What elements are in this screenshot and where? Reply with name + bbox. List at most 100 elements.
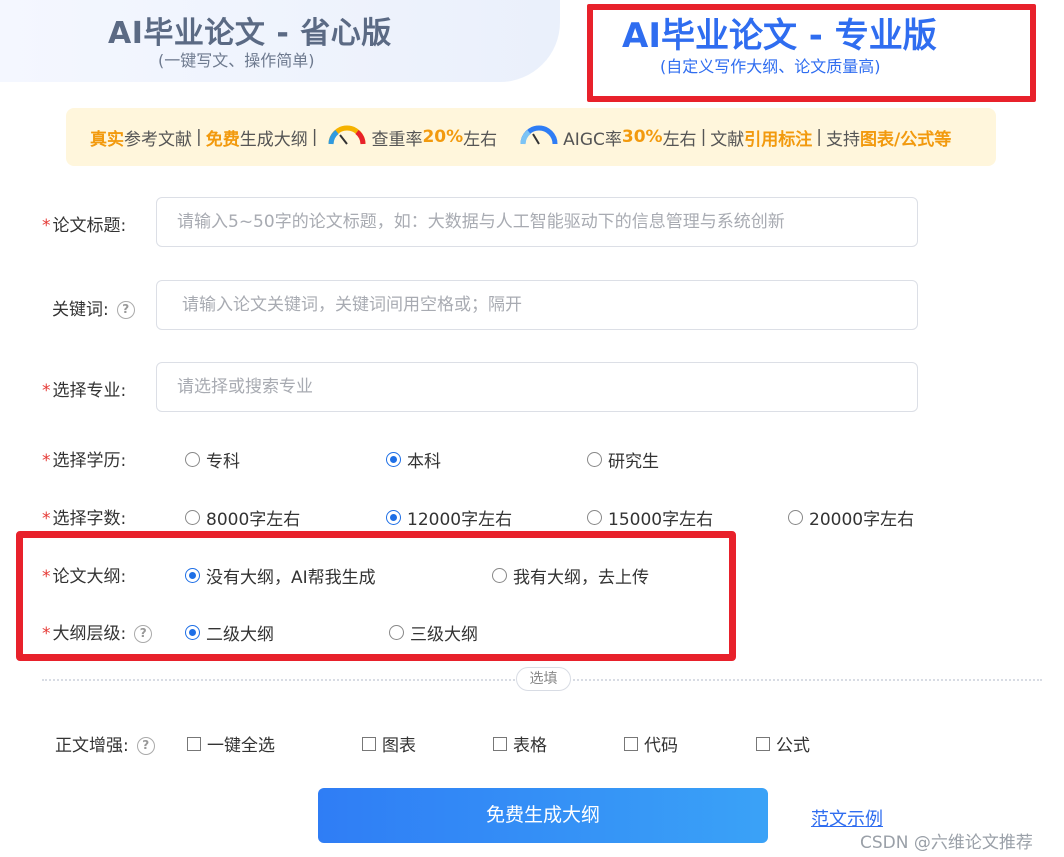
radio-checked-icon [185, 625, 200, 640]
radio-icon [492, 568, 507, 583]
tab-pro-subtitle: (自定义写作大纲、论文质量高) [660, 57, 881, 76]
major-input[interactable] [156, 362, 918, 412]
help-icon[interactable]: ? [134, 625, 153, 643]
required-mark: * [42, 509, 51, 529]
outline-level-label: * 大纲层级:? [42, 619, 153, 644]
outline-option-generate[interactable]: 没有大纲，AI帮我生成 [185, 563, 376, 588]
checkbox-icon [362, 736, 376, 751]
checkbox-label: 表格 [513, 736, 547, 756]
enhance-option-formula[interactable]: 公式 [756, 731, 810, 756]
required-mark: * [42, 624, 51, 644]
banner-separator: | [816, 127, 823, 147]
radio-icon [185, 452, 200, 467]
required-mark: * [42, 567, 51, 587]
banner-text: 参考文献 [124, 129, 192, 150]
enhance-label: 正文增强:? [55, 731, 155, 756]
banner-text: 生成大纲 [239, 129, 308, 150]
radio-label: 12000字左右 [407, 510, 513, 530]
tab-basic-title: AI毕业论文 - 省心版 [108, 16, 392, 51]
checkbox-label: 一键全选 [207, 736, 275, 756]
enhance-option-chart[interactable]: 图表 [362, 731, 416, 756]
gauge-orange-icon [328, 125, 366, 145]
keywords-input[interactable] [156, 280, 918, 330]
radio-checked-icon [386, 510, 401, 525]
help-icon[interactable]: ? [136, 737, 155, 755]
degree-label: * 选择学历: [42, 446, 126, 471]
wordcount-option-20000[interactable]: 20000字左右 [788, 505, 914, 530]
outline-label-text: 论文大纲: [52, 567, 127, 587]
checkbox-icon [493, 736, 507, 751]
radio-label: 三级大纲 [410, 625, 478, 645]
outline-level-option-two[interactable]: 二级大纲 [185, 620, 274, 645]
wordcount-label-text: 选择字数: [52, 509, 127, 529]
required-mark: * [42, 451, 51, 471]
radio-label: 专科 [206, 452, 240, 472]
wordcount-option-15000[interactable]: 15000字左右 [587, 505, 713, 530]
degree-option-graduate[interactable]: 研究生 [587, 447, 659, 472]
banner-text: 查重率 [371, 129, 423, 150]
radio-checked-icon [386, 452, 401, 467]
banner-text: AIGC率 [563, 129, 622, 150]
radio-label: 本科 [407, 452, 441, 472]
checkbox-label: 公式 [776, 736, 810, 756]
outline-option-upload[interactable]: 我有大纲，去上传 [492, 563, 649, 588]
tab-basic[interactable]: AI毕业论文 - 省心版 (一键写文、操作简单) [0, 0, 560, 82]
banner-separator: | [196, 127, 202, 147]
optional-divider-label: 选填 [516, 667, 571, 691]
wordcount-label: * 选择字数: [42, 504, 126, 529]
title-label: * 论文标题: [42, 211, 126, 236]
radio-label: 研究生 [608, 452, 659, 472]
radio-label: 没有大纲，AI帮我生成 [206, 568, 376, 588]
radio-label: 15000字左右 [608, 510, 714, 530]
tab-basic-subtitle: (一键写文、操作简单) [158, 51, 315, 70]
help-icon[interactable]: ? [116, 301, 135, 319]
watermark: CSDN @六维论文推荐 [860, 833, 1033, 853]
radio-checked-icon [185, 568, 200, 583]
title-label-text: 论文标题: [52, 216, 127, 236]
tab-pro-title: AI毕业论文 - 专业版 [622, 16, 937, 56]
banner-text: 免费 [205, 129, 240, 150]
radio-label: 二级大纲 [206, 625, 274, 645]
banner-text: 引用标注 [744, 129, 813, 150]
checkbox-icon [187, 736, 201, 751]
degree-option-bachelor[interactable]: 本科 [386, 447, 441, 472]
keywords-label: 关键词:? [52, 295, 135, 320]
degree-option-associate[interactable]: 专科 [185, 447, 240, 472]
radio-label: 20000字左右 [809, 510, 915, 530]
radio-label: 我有大纲，去上传 [513, 568, 649, 588]
radio-label: 8000字左右 [206, 510, 301, 530]
radio-icon [587, 510, 602, 525]
outline-level-label-text: 大纲层级: [52, 624, 127, 644]
wordcount-option-12000[interactable]: 12000字左右 [386, 505, 512, 530]
radio-icon [587, 452, 602, 467]
required-mark: * [42, 216, 51, 236]
banner-text: 20% [422, 127, 464, 147]
feature-banner: 真实 参考文献 | 免费 生成大纲 | 查重率 20% 左右 AIGC率 30% 左右 |… [66, 108, 996, 166]
radio-icon [788, 510, 803, 525]
enhance-label-text: 正文增强: [55, 736, 129, 756]
degree-label-text: 选择学历: [52, 451, 127, 471]
banner-separator: | [311, 127, 318, 147]
radio-icon [185, 510, 200, 525]
banner-text: 文献 [710, 129, 745, 150]
gauge-blue-icon [520, 125, 558, 145]
wordcount-option-8000[interactable]: 8000字左右 [185, 505, 300, 530]
enhance-option-table[interactable]: 表格 [493, 731, 547, 756]
banner-text: 30% [621, 127, 663, 147]
checkbox-icon [624, 736, 638, 751]
major-label-text: 选择专业: [52, 381, 127, 401]
checkbox-icon [756, 736, 770, 751]
title-input[interactable] [156, 197, 918, 247]
banner-text: 真实 [90, 129, 124, 150]
outline-label: * 论文大纲: [42, 562, 126, 587]
required-mark: * [42, 381, 51, 401]
keywords-label-text: 关键词: [52, 300, 109, 320]
generate-outline-button[interactable]: 免费生成大纲 [318, 788, 768, 843]
enhance-option-code[interactable]: 代码 [624, 731, 678, 756]
enhance-option-select-all[interactable]: 一键全选 [187, 731, 275, 756]
banner-text: 左右 [662, 129, 697, 150]
radio-icon [389, 625, 404, 640]
checkbox-label: 代码 [644, 736, 678, 756]
banner-text: 图表/公式等 [860, 129, 952, 150]
outline-level-option-three[interactable]: 三级大纲 [389, 620, 478, 645]
